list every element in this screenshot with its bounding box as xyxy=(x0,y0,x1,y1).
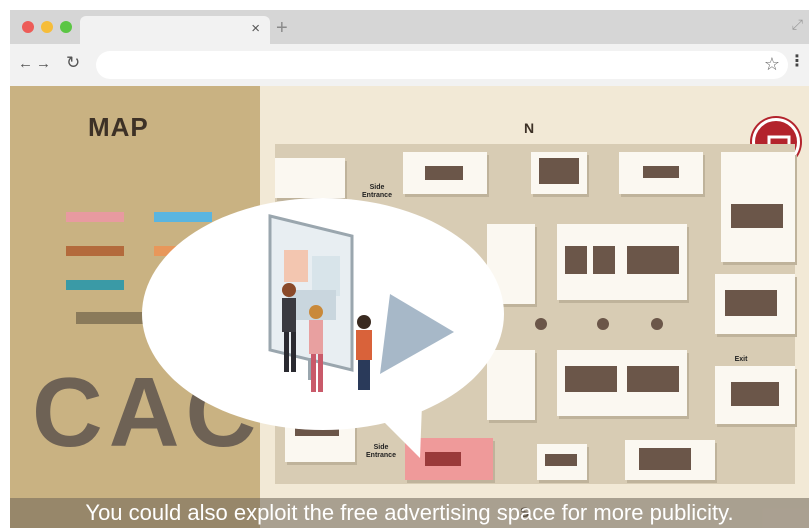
people-at-poster-illustration xyxy=(268,214,454,392)
browser-toolbar: ← → ↻ ☆ ⋮ xyxy=(10,44,809,86)
maximize-window-button[interactable] xyxy=(60,21,72,33)
close-window-button[interactable] xyxy=(22,21,34,33)
reload-icon[interactable]: ↻ xyxy=(66,53,80,73)
address-bar[interactable]: ☆ xyxy=(96,51,788,79)
tab-close-icon[interactable]: × xyxy=(251,20,260,38)
browser-tab[interactable]: × xyxy=(80,16,270,44)
resize-icon[interactable]: ⤢ xyxy=(792,16,803,33)
star-icon[interactable]: ☆ xyxy=(764,54,780,75)
back-arrow-icon[interactable]: ← xyxy=(18,55,33,72)
menu-icon[interactable]: ⋮ xyxy=(789,54,805,70)
page-content: MAP CAC N Side Entrance Side Entrance Ex… xyxy=(10,86,809,528)
tab-strip: × + ⤢ xyxy=(10,10,809,44)
speech-bubble xyxy=(142,198,504,430)
minimize-window-button[interactable] xyxy=(41,21,53,33)
new-tab-button[interactable]: + xyxy=(276,18,288,38)
video-subtitle: You could also exploit the free advertis… xyxy=(85,500,734,525)
browser-window: × + ⤢ ← → ↻ ☆ ⋮ MAP CAC N Side Entrance … xyxy=(10,10,809,528)
forward-arrow-icon[interactable]: → xyxy=(36,55,51,72)
